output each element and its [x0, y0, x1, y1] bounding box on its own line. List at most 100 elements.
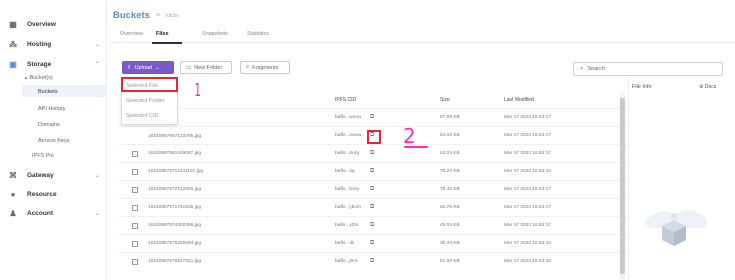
copy-icon[interactable]: ⧉	[370, 222, 374, 229]
nav-overview-label: Overview	[27, 20, 56, 28]
table-row[interactable]: 162408676711341137.jpg bafkr...tiq ⧉ 76.23 …	[118, 162, 628, 180]
search-input[interactable]: ⌕ Search	[573, 62, 723, 76]
row-checkbox[interactable]	[132, 151, 138, 157]
breadcrumb: Buckets > kbcke	[113, 10, 179, 21]
row-checkbox[interactable]	[132, 259, 138, 265]
nav-resource-label: Resource	[27, 190, 57, 198]
nav-gateway[interactable]: ⌘ Gateway ⌄	[8, 168, 100, 182]
file-size: 76.23 KB	[440, 169, 460, 174]
copy-icon[interactable]: ⧉	[370, 258, 374, 265]
new-folder-label: New Folder	[194, 64, 223, 71]
table-row[interactable]: 16240867661549087.jpg bafkr...6uzy ⧉ 62.04 …	[118, 144, 628, 162]
upload-label: Upload	[134, 64, 153, 71]
empty-state-illustration	[644, 209, 708, 246]
docs-link[interactable]: ⚙ Docs	[699, 84, 716, 90]
copy-icon[interactable]: ⧉	[370, 204, 374, 211]
copy-icon[interactable]: ⧉	[370, 150, 374, 157]
fragments-button[interactable]: ⌕ Fragments	[240, 61, 290, 74]
tab-overview[interactable]: Overview	[120, 31, 143, 37]
file-name[interactable]: 16240867576547321.jpg	[148, 259, 201, 264]
active-highlight	[22, 85, 106, 97]
menu-item-selected-cid[interactable]: Selected CID	[126, 113, 158, 119]
sidebar-item-domains[interactable]: Domains	[38, 122, 60, 128]
annotation-box-2	[367, 130, 381, 144]
nav-hosting[interactable]: ⁂ Hosting ⌄	[8, 37, 100, 51]
tab-statistics[interactable]: Statistics	[247, 31, 269, 37]
file-name[interactable]: 162408676711341137.jpg	[148, 169, 203, 174]
file-name[interactable]: 16240867571791538.jpg	[148, 205, 201, 210]
sidebar-item-buckets[interactable]: Buckets	[38, 89, 58, 95]
sidebar-group-label: Bucket(s)	[29, 75, 53, 81]
nav-account-label: Account	[27, 209, 53, 217]
annotation-label-1: 1	[194, 80, 202, 101]
file-modified: Mar 17 2023 16:53:16	[504, 169, 551, 174]
annotation-underline	[404, 146, 428, 148]
sidebar-item-ipfs-pin[interactable]: IPFS Pin	[32, 153, 54, 159]
file-name[interactable]: 16240867572722825.jpg	[148, 187, 201, 192]
row-checkbox[interactable]	[132, 187, 138, 193]
upload-icon: ⇧	[127, 64, 132, 71]
header-size[interactable]: Size	[440, 97, 450, 103]
folder-icon: ▭	[186, 64, 192, 71]
file-modified: Mar 17 2023 16:53:16	[504, 241, 551, 246]
nav-account[interactable]: ♟ Account ⌄	[8, 206, 100, 220]
file-cid: bafkr...weua	[335, 115, 361, 120]
file-size: 67.89 KB	[440, 115, 460, 120]
scrollbar-thumb[interactable]	[620, 98, 625, 274]
table-row[interactable]: 16240867576547321.jpg bafkr...jbra ⧉ 61.50 …	[118, 252, 628, 270]
copy-icon[interactable]: ⧉	[370, 114, 374, 121]
chevron-down-icon: ⌄	[94, 41, 100, 48]
file-modified: Mar 17 2023 16:53:17	[504, 205, 551, 210]
nav-overview[interactable]: ▦ Overview	[8, 17, 100, 31]
table-row[interactable]: 16240867572722825.jpg bafkr...bvvy ⧉ 79.45 …	[118, 180, 628, 198]
file-name[interactable]: 16240867575328684.jpg	[148, 241, 201, 246]
annotation-box-1	[121, 77, 178, 92]
header-cid[interactable]: IPFS CID	[335, 97, 356, 103]
chevron-down-icon: ⌄	[155, 64, 160, 71]
nav-storage[interactable]: ▣ Storage ⌃	[8, 57, 100, 71]
nav-gateway-label: Gateway	[27, 171, 54, 179]
row-checkbox[interactable]	[132, 241, 138, 247]
row-checkbox[interactable]	[132, 223, 138, 229]
triangle-up-icon: ▲	[24, 75, 28, 80]
copy-icon[interactable]: ⧉	[370, 240, 374, 247]
account-icon: ♟	[9, 208, 17, 218]
row-checkbox[interactable]	[132, 169, 138, 175]
new-folder-button[interactable]: ▭ New Folder	[180, 61, 232, 74]
sidebar-item-api-history[interactable]: API History	[38, 106, 66, 112]
tab-snapshots[interactable]: Snapshots	[202, 31, 228, 37]
copy-icon[interactable]: ⧉	[370, 168, 374, 175]
breadcrumb-separator: >	[155, 12, 161, 19]
gateway-icon: ⌘	[9, 170, 17, 180]
info-icon: ●	[10, 189, 16, 199]
copy-icon[interactable]: ⧉	[370, 186, 374, 193]
hosting-icon: ⁂	[9, 39, 17, 49]
table-row[interactable]: 16240867574492396.jpg bafkr...y3rs ⧉ 49.03 …	[118, 216, 628, 234]
docs-icon: ⚙	[699, 84, 704, 90]
file-cid: bafkr...6uzy	[335, 151, 360, 156]
row-checkbox[interactable]	[132, 205, 138, 211]
breadcrumb-root[interactable]: Buckets	[113, 10, 150, 21]
table-row[interactable]: bafkr...weua ⧉ 67.89 KB Mar 17 2023 16:53:1…	[118, 108, 628, 126]
sidebar-item-access-keys[interactable]: Access Keys	[38, 138, 69, 144]
file-cid: bafkr...bvvy	[335, 187, 360, 192]
file-name[interactable]: 16240867574492396.jpg	[148, 223, 201, 228]
file-size: 64.02 KB	[440, 133, 460, 138]
grid-icon: ▦	[9, 19, 17, 29]
file-name[interactable]: 16240867667133795.jpg	[148, 134, 201, 139]
menu-item-selected-folder[interactable]: Selected Folder	[126, 98, 165, 104]
breadcrumb-current: kbcke	[166, 12, 180, 19]
tab-files[interactable]: Files	[156, 31, 169, 37]
table-row[interactable]: 16240867571791538.jpg bafkr...ybcm ⧉ 82.76 …	[118, 198, 628, 216]
header-modified[interactable]: Last Modified	[504, 97, 534, 103]
table-row[interactable]: 16240867575328684.jpg bafkr...dii ⧉ 30.44 K…	[118, 234, 628, 252]
file-name[interactable]: 16240867661549087.jpg	[148, 151, 201, 156]
file-size: 79.45 KB	[440, 187, 460, 192]
sidebar-group-buckets[interactable]: ▲ Bucket(s)	[24, 75, 53, 81]
sidebar: ▦ Overview ⁂ Hosting ⌄ ▣ Storage ⌃ ▲ Buc…	[0, 0, 107, 280]
file-info-title: File Info	[632, 84, 652, 90]
upload-button[interactable]: ⇧ Upload ⌄	[122, 61, 174, 74]
file-modified: Mar 17 2023 16:53:17	[504, 223, 551, 228]
nav-resource[interactable]: ● Resource	[8, 187, 100, 201]
search-icon: ⌕	[580, 65, 584, 72]
